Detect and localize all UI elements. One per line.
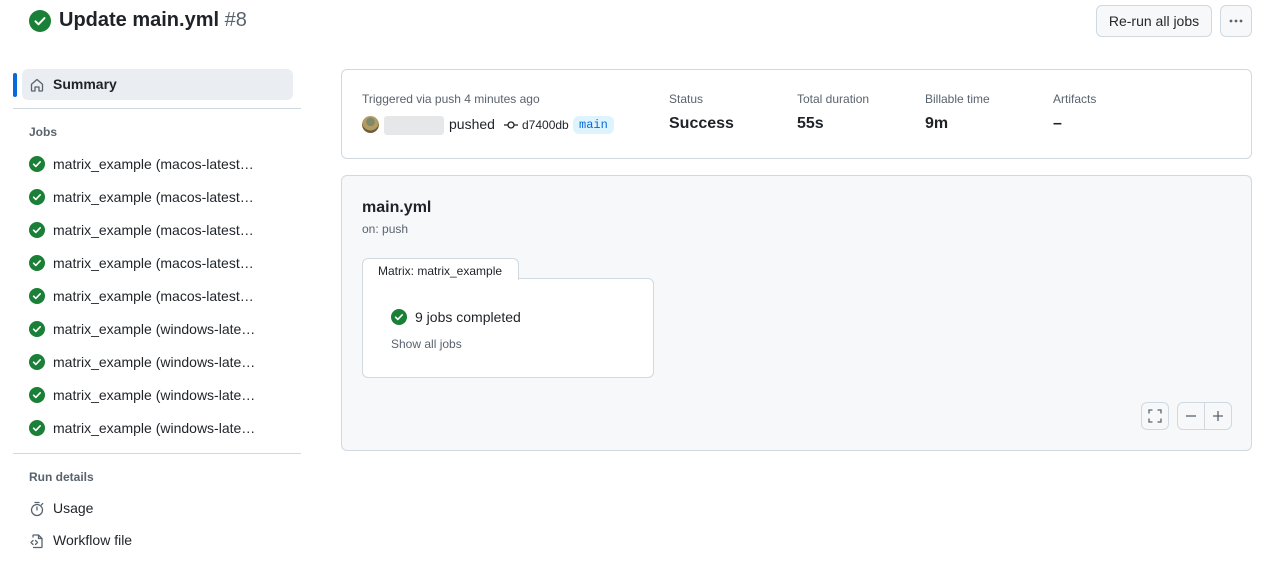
sidebar-item-job[interactable]: matrix_example (windows-late… <box>22 347 293 377</box>
jobs-heading: Jobs <box>29 125 58 139</box>
zoom-in-button[interactable] <box>1204 402 1232 430</box>
job-label: matrix_example (macos-latest… <box>53 156 254 172</box>
check-circle-fill-icon <box>29 354 45 370</box>
run-number: #8 <box>224 9 247 31</box>
git-commit-icon <box>504 121 518 129</box>
sidebar-item-workflow-file[interactable]: Workflow file <box>22 527 293 555</box>
workflow-name: main.yml <box>362 199 432 216</box>
run-summary-card: Triggered via push 4 minutes ago pushed … <box>341 69 1252 159</box>
workflow-trigger: on: push <box>362 222 409 236</box>
jobs-completed-text: 9 jobs completed <box>415 309 521 325</box>
plus-icon <box>1213 411 1223 421</box>
sidebar-item-job[interactable]: matrix_example (windows-late… <box>22 380 293 410</box>
job-label: matrix_example (windows-late… <box>53 321 256 337</box>
billable-label: Billable time <box>925 92 990 106</box>
run-sidebar: Summary Jobs matrix_example (macos-lates… <box>0 60 310 570</box>
workflow-graph: main.yml on: push Matrix: matrix_example… <box>341 175 1252 451</box>
sidebar-divider <box>13 453 301 454</box>
pushed-text: pushed <box>449 116 495 132</box>
job-label: matrix_example (macos-latest… <box>53 222 254 238</box>
job-label: matrix_example (macos-latest… <box>53 189 254 205</box>
stopwatch-icon <box>30 501 44 517</box>
job-label: matrix_example (windows-late… <box>53 420 256 436</box>
branch-label[interactable]: main <box>573 116 614 134</box>
sidebar-item-job[interactable]: matrix_example (macos-latest… <box>22 182 293 212</box>
job-label: matrix_example (windows-late… <box>53 354 256 370</box>
home-icon <box>30 78 44 92</box>
artifacts-value: – <box>1053 115 1062 132</box>
check-circle-fill-icon <box>29 387 45 403</box>
check-circle-fill-icon <box>29 288 45 304</box>
check-circle-fill-icon <box>29 10 51 32</box>
dash-icon <box>1186 415 1196 417</box>
sidebar-item-job[interactable]: matrix_example (macos-latest… <box>22 248 293 278</box>
check-circle-fill-icon <box>29 321 45 337</box>
sidebar-item-summary[interactable]: Summary <box>22 69 293 100</box>
screen-full-icon <box>1148 409 1162 423</box>
run-header: Update main.yml #8 Re-run all jobs <box>0 0 1274 44</box>
show-all-jobs-link[interactable]: Show all jobs <box>391 337 462 351</box>
more-options-button[interactable] <box>1220 5 1252 37</box>
redacted-username <box>384 116 444 135</box>
matrix-job-group[interactable]: 9 jobs completed Show all jobs <box>362 278 654 378</box>
status-value: Success <box>669 115 734 132</box>
check-circle-fill-icon <box>29 156 45 172</box>
sidebar-item-label: Summary <box>53 76 117 92</box>
avatar[interactable] <box>362 116 379 133</box>
file-code-icon <box>30 534 43 549</box>
sidebar-item-job[interactable]: matrix_example (macos-latest… <box>22 149 293 179</box>
sidebar-divider <box>13 108 301 109</box>
sidebar-item-job[interactable]: matrix_example (windows-late… <box>22 413 293 443</box>
matrix-label: Matrix: matrix_example <box>378 264 503 278</box>
check-circle-fill-icon <box>29 189 45 205</box>
duration-label: Total duration <box>797 92 870 106</box>
zoom-out-button[interactable] <box>1177 402 1205 430</box>
rerun-all-jobs-button[interactable]: Re-run all jobs <box>1096 5 1212 37</box>
status-label: Status <box>669 92 704 106</box>
job-label: matrix_example (windows-late… <box>53 387 256 403</box>
commit-sha-link[interactable]: d7400db <box>522 118 569 132</box>
job-label: matrix_example (macos-latest… <box>53 288 254 304</box>
run-title-text: Update main.yml <box>59 9 220 31</box>
check-circle-fill-icon <box>29 222 45 238</box>
active-indicator <box>13 73 17 97</box>
sidebar-item-label: Usage <box>53 500 94 516</box>
duration-value[interactable]: 55s <box>797 115 824 133</box>
billable-value: 9m <box>925 115 949 132</box>
check-circle-fill-icon <box>29 255 45 271</box>
sidebar-item-job[interactable]: matrix_example (windows-late… <box>22 314 293 344</box>
run-details-heading: Run details <box>29 470 94 484</box>
fullscreen-button[interactable] <box>1141 402 1169 430</box>
sidebar-item-job[interactable]: matrix_example (macos-latest… <box>22 281 293 311</box>
sidebar-item-job[interactable]: matrix_example (macos-latest… <box>22 215 293 245</box>
job-label: matrix_example (macos-latest… <box>53 255 254 271</box>
page-title: Update main.yml #8 <box>59 9 247 32</box>
artifacts-label: Artifacts <box>1053 92 1097 106</box>
sidebar-item-usage[interactable]: Usage <box>22 495 293 523</box>
kebab-horizontal-icon <box>1229 19 1243 23</box>
check-circle-fill-icon <box>391 309 407 325</box>
check-circle-fill-icon <box>29 420 45 436</box>
sidebar-item-label: Workflow file <box>53 532 133 548</box>
matrix-tab: Matrix: matrix_example <box>362 258 519 280</box>
trigger-text: Triggered via push 4 minutes ago <box>362 92 540 106</box>
